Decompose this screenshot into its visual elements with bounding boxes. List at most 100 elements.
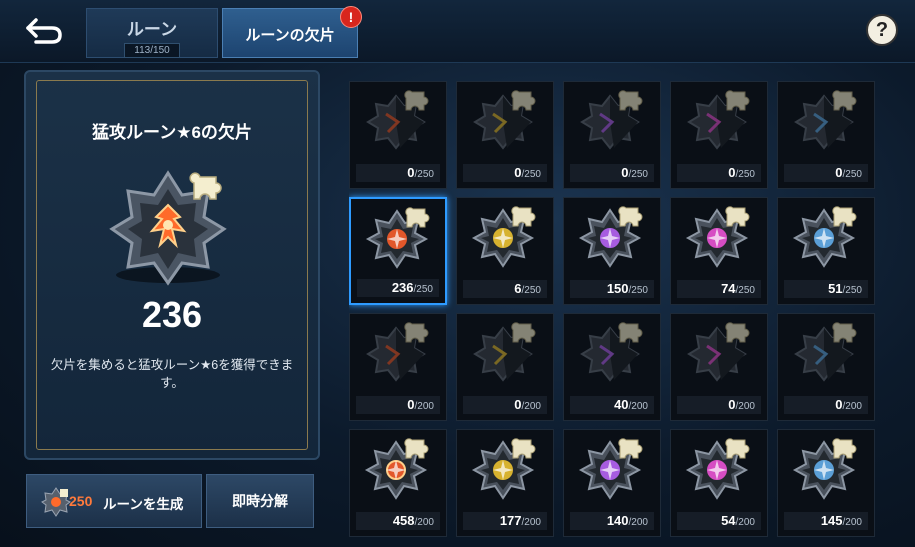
rune-shard-icon xyxy=(687,322,750,382)
shard-cell[interactable]: 6/250 xyxy=(456,197,554,305)
rune-shard-icon xyxy=(578,438,643,500)
shard-count-max: /250 xyxy=(735,169,755,180)
shard-count-label: 51/250 xyxy=(784,280,868,298)
shard-cell[interactable]: 0/250 xyxy=(777,81,875,189)
rune-shard-icon xyxy=(685,438,750,500)
shard-count-label: 177/200 xyxy=(463,512,547,530)
shard-count-value: 0 xyxy=(514,165,522,180)
shard-count-value: 0 xyxy=(835,165,843,180)
shard-cell[interactable]: 0/250 xyxy=(349,81,447,189)
shard-count-max: /250 xyxy=(842,285,862,296)
shard-count-label: 0/250 xyxy=(677,164,761,182)
shard-count-label: 6/250 xyxy=(463,280,547,298)
shard-count-max: /200 xyxy=(521,401,541,412)
rune-shard-icon xyxy=(794,90,857,150)
shard-count-max: /250 xyxy=(735,285,755,296)
shard-cell[interactable]: 0/250 xyxy=(456,81,554,189)
rune-shard-icon xyxy=(109,170,227,286)
rune-shard-icon xyxy=(794,322,857,382)
shard-count-label: 0/200 xyxy=(356,396,440,414)
shard-count-value: 0 xyxy=(835,397,843,412)
shard-count-max: /250 xyxy=(521,169,541,180)
shard-cell[interactable]: 145/200 xyxy=(777,429,875,537)
rune-shard-icon xyxy=(580,322,643,382)
shard-cell[interactable]: 0/200 xyxy=(777,313,875,421)
shard-cell[interactable]: 177/200 xyxy=(456,429,554,537)
rune-shard-icon xyxy=(471,438,536,500)
tab-runes-label: ルーン xyxy=(126,20,178,39)
tab-runes[interactable]: ルーン 113/150 xyxy=(86,8,218,58)
shard-count-label: 150/250 xyxy=(570,280,654,298)
back-arrow-icon[interactable] xyxy=(22,12,66,48)
rune-shard-icon xyxy=(473,322,536,382)
tab-rune-shards[interactable]: ルーンの欠片 xyxy=(222,8,358,58)
shard-cell[interactable]: 150/250 xyxy=(563,197,661,305)
shard-count-value: 145 xyxy=(820,513,843,528)
shard-count-label: 0/250 xyxy=(784,164,868,182)
rune-shard-icon xyxy=(366,322,429,382)
shard-cell[interactable]: 0/200 xyxy=(670,313,768,421)
generate-cost: 250 xyxy=(69,493,93,509)
shard-count-value: 51 xyxy=(828,281,843,296)
shard-grid: 0/250 0/250 0/250 0/250 0/250 236/250 6/250 150… xyxy=(349,81,877,547)
shard-cell[interactable]: 51/250 xyxy=(777,197,875,305)
shard-cell[interactable]: 458/200 xyxy=(349,429,447,537)
shard-count-label: 74/250 xyxy=(677,280,761,298)
shard-count-value: 458 xyxy=(392,513,415,528)
shard-count-label: 145/200 xyxy=(784,512,868,530)
shard-count-label: 0/200 xyxy=(463,396,547,414)
shard-count-value: 0 xyxy=(514,397,522,412)
shard-cell[interactable]: 0/250 xyxy=(670,81,768,189)
shard-count-value: 0 xyxy=(728,397,736,412)
shard-count-max: /200 xyxy=(842,401,862,412)
shard-cell[interactable]: 54/200 xyxy=(670,429,768,537)
shard-cell[interactable]: 74/250 xyxy=(670,197,768,305)
rune-shard-icon xyxy=(471,206,536,268)
shard-count-value: 40 xyxy=(614,397,629,412)
shard-count-value: 0 xyxy=(621,165,629,180)
rune-shard-icon xyxy=(365,207,430,269)
shard-count-value: 6 xyxy=(514,281,522,296)
rune-shard-icon xyxy=(578,206,643,268)
detail-description: 欠片を集めると猛攻ルーン★6を獲得できます。 xyxy=(50,358,294,390)
rune-shard-icon xyxy=(366,90,429,150)
shard-count-value: 140 xyxy=(606,513,629,528)
shard-cell[interactable]: 0/200 xyxy=(349,313,447,421)
shard-count-max: /200 xyxy=(628,401,648,412)
shard-count-max: /250 xyxy=(413,284,433,295)
shard-detail-panel: 猛攻ルーン★6の欠片 236 欠片を集めると猛攻ルーン★6を獲得できます。 xyxy=(24,70,320,460)
generate-rune-button[interactable]: 250 ルーンを生成 xyxy=(26,474,202,528)
shard-cell[interactable]: 140/200 xyxy=(563,429,661,537)
help-button[interactable]: ? xyxy=(866,14,898,46)
shard-count-label: 0/250 xyxy=(356,164,440,182)
rune-shard-icon xyxy=(473,90,536,150)
shard-cell[interactable]: 0/250 xyxy=(563,81,661,189)
rune-shard-icon xyxy=(580,90,643,150)
rune-shard-icon xyxy=(792,206,857,268)
instant-dismantle-button[interactable]: 即時分解 xyxy=(206,474,314,528)
shard-count-label: 54/200 xyxy=(677,512,761,530)
rune-shard-icon xyxy=(364,438,429,500)
shard-count: 236 xyxy=(141,294,203,335)
shard-count-label: 0/250 xyxy=(570,164,654,182)
generate-label: ルーンを生成 xyxy=(103,497,184,512)
shard-cell[interactable]: 0/200 xyxy=(456,313,554,421)
shard-cell[interactable]: 236/250 xyxy=(349,197,447,305)
shard-count-value: 177 xyxy=(499,513,522,528)
shard-count-max: /250 xyxy=(521,285,541,296)
shard-count-max: /200 xyxy=(735,401,755,412)
rune-shard-icon xyxy=(792,438,857,500)
shard-count-label: 0/200 xyxy=(784,396,868,414)
shard-count-max: /200 xyxy=(414,517,434,528)
rune-count-badge: 113/150 xyxy=(124,43,180,58)
shard-cell[interactable]: 40/200 xyxy=(563,313,661,421)
shard-count-label: 40/200 xyxy=(570,396,654,414)
shard-count-max: /250 xyxy=(842,169,862,180)
shard-count-max: /200 xyxy=(842,517,862,528)
shard-count-max: /250 xyxy=(414,169,434,180)
shard-count-value: 74 xyxy=(721,281,736,296)
shard-count-label: 458/200 xyxy=(356,512,440,530)
alert-icon: ! xyxy=(340,6,362,28)
shard-count-label: 236/250 xyxy=(357,279,439,297)
rune-shard-icon xyxy=(685,206,750,268)
